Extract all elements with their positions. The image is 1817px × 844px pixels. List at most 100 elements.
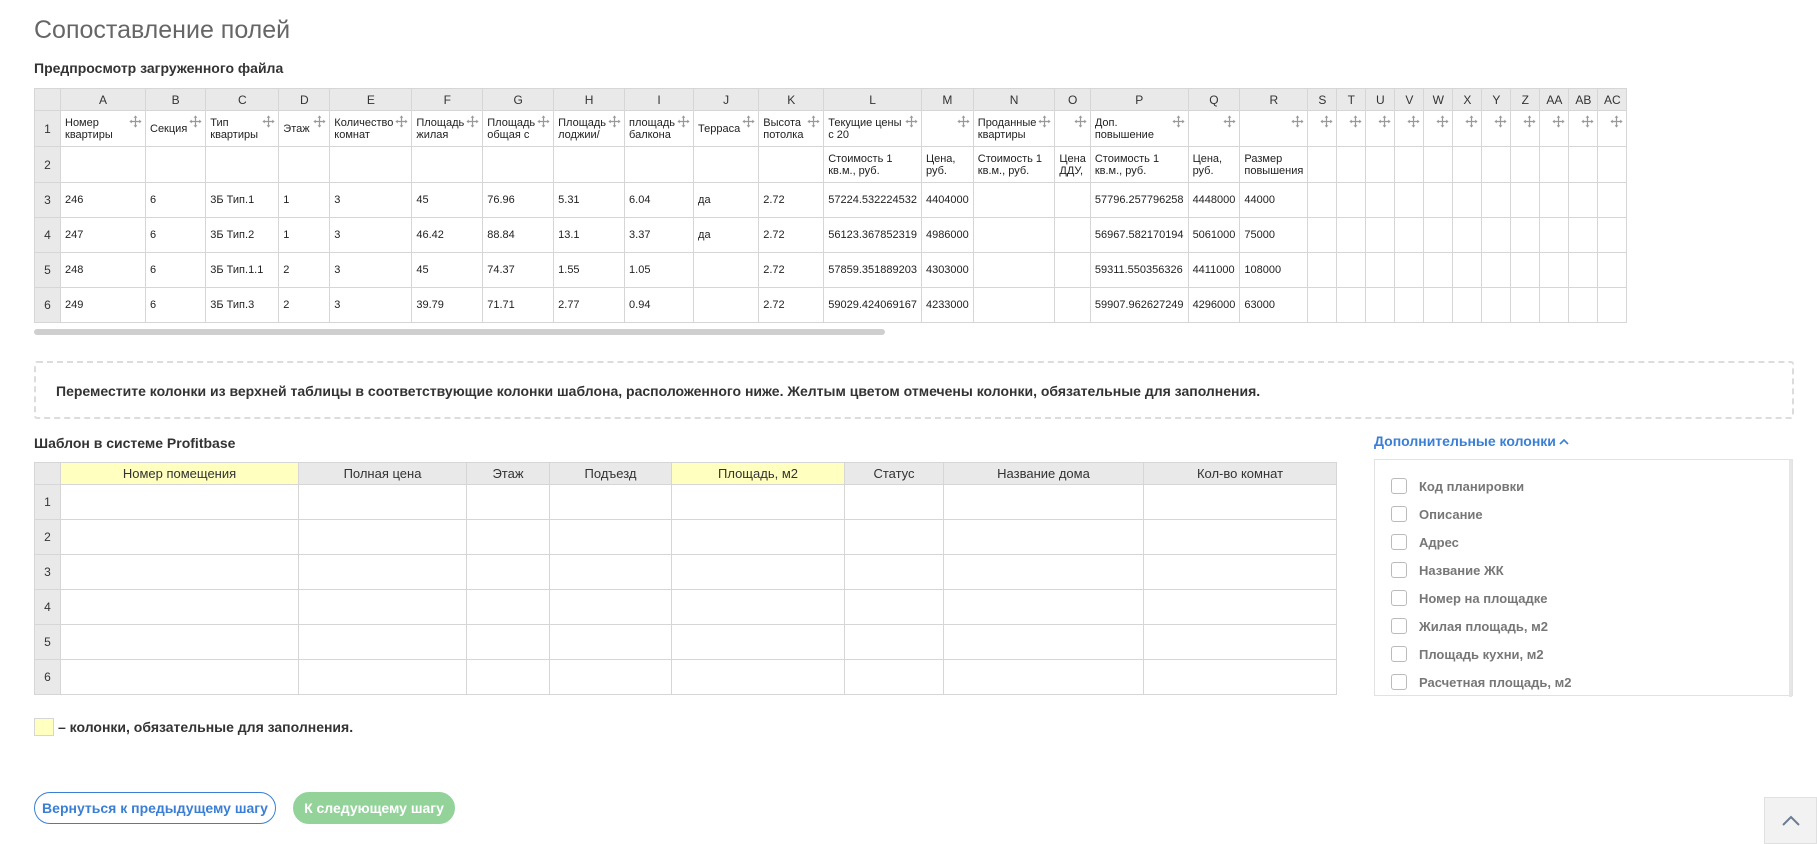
template-dropzone-cell[interactable]	[60, 589, 299, 625]
template-dropzone-cell[interactable]	[943, 659, 1144, 695]
drag-move-icon[interactable]	[1581, 115, 1594, 128]
checkbox[interactable]	[1391, 506, 1407, 522]
drag-move-icon[interactable]	[1494, 115, 1507, 128]
template-dropzone-cell[interactable]	[943, 589, 1144, 625]
template-dropzone-cell[interactable]	[844, 519, 944, 555]
drag-move-icon[interactable]	[466, 115, 479, 128]
template-dropzone-cell[interactable]	[466, 589, 550, 625]
draggable-column-header[interactable]: Номер квартиры	[60, 110, 146, 147]
template-column-header[interactable]: Номер помещения	[60, 462, 299, 485]
draggable-column-header[interactable]: Проданные квартиры	[972, 110, 1056, 147]
checkbox[interactable]	[1391, 618, 1407, 634]
draggable-column-header[interactable]	[920, 110, 974, 147]
template-dropzone-cell[interactable]	[1143, 589, 1337, 625]
additional-column-option[interactable]: Площадь кухни, м2	[1375, 640, 1792, 668]
drag-move-icon[interactable]	[1523, 115, 1536, 128]
draggable-column-header[interactable]: площадь балкона	[624, 110, 695, 147]
draggable-column-header[interactable]	[1307, 110, 1338, 147]
draggable-column-header[interactable]: Количество комнат	[329, 110, 413, 147]
draggable-column-header[interactable]: Доп. повышение	[1089, 110, 1189, 147]
drag-move-icon[interactable]	[1223, 115, 1236, 128]
drag-move-icon[interactable]	[1349, 115, 1362, 128]
draggable-column-header[interactable]	[1481, 110, 1512, 147]
preview-horizontal-scrollbar[interactable]	[34, 329, 885, 335]
drag-move-icon[interactable]	[1436, 115, 1449, 128]
template-dropzone-cell[interactable]	[466, 659, 550, 695]
checkbox[interactable]	[1391, 534, 1407, 550]
draggable-column-header[interactable]	[1187, 110, 1241, 147]
template-dropzone-cell[interactable]	[60, 624, 299, 660]
draggable-column-header[interactable]	[1452, 110, 1483, 147]
template-dropzone-cell[interactable]	[844, 484, 944, 520]
draggable-column-header[interactable]: Секция	[144, 110, 207, 147]
template-dropzone-cell[interactable]	[671, 624, 845, 660]
draggable-column-header[interactable]	[1239, 110, 1309, 147]
drag-move-icon[interactable]	[313, 115, 326, 128]
template-dropzone-cell[interactable]	[671, 519, 845, 555]
drag-move-icon[interactable]	[1074, 115, 1087, 128]
template-column-header[interactable]: Название дома	[943, 462, 1144, 485]
template-dropzone-cell[interactable]	[671, 659, 845, 695]
next-step-button[interactable]: К следующему шагу	[293, 792, 455, 824]
drag-move-icon[interactable]	[742, 115, 755, 128]
drag-move-icon[interactable]	[1172, 115, 1185, 128]
drag-move-icon[interactable]	[1465, 115, 1478, 128]
draggable-column-header[interactable]	[1539, 110, 1570, 147]
template-dropzone-cell[interactable]	[549, 519, 672, 555]
template-column-header[interactable]: Полная цена	[298, 462, 467, 485]
drag-move-icon[interactable]	[1291, 115, 1304, 128]
template-dropzone-cell[interactable]	[298, 484, 467, 520]
template-dropzone-cell[interactable]	[549, 624, 672, 660]
draggable-column-header[interactable]	[1365, 110, 1396, 147]
template-dropzone-cell[interactable]	[60, 484, 299, 520]
template-column-header[interactable]: Статус	[844, 462, 944, 485]
template-dropzone-cell[interactable]	[298, 519, 467, 555]
draggable-column-header[interactable]	[1568, 110, 1599, 147]
drag-move-icon[interactable]	[129, 115, 142, 128]
template-dropzone-cell[interactable]	[943, 519, 1144, 555]
drag-move-icon[interactable]	[1407, 115, 1420, 128]
drag-move-icon[interactable]	[262, 115, 275, 128]
draggable-column-header[interactable]: Площадь общая с	[482, 110, 555, 147]
template-dropzone-cell[interactable]	[298, 659, 467, 695]
additional-column-option[interactable]: Описание	[1375, 500, 1792, 528]
checkbox[interactable]	[1391, 646, 1407, 662]
checkbox[interactable]	[1391, 590, 1407, 606]
draggable-column-header[interactable]: Площадь лоджии/	[553, 110, 626, 147]
template-dropzone-cell[interactable]	[60, 554, 299, 590]
profitbase-template-table[interactable]: Номер помещения Полная цена Этаж Подъезд Пло…	[34, 462, 1337, 695]
template-dropzone-cell[interactable]	[466, 554, 550, 590]
template-column-header[interactable]: Кол-во комнат	[1143, 462, 1337, 485]
checkbox[interactable]	[1391, 478, 1407, 494]
drag-move-icon[interactable]	[807, 115, 820, 128]
drag-move-icon[interactable]	[905, 115, 918, 128]
drag-move-icon[interactable]	[537, 115, 550, 128]
draggable-column-header[interactable]: Площадь жилая	[411, 110, 484, 147]
drag-move-icon[interactable]	[677, 115, 690, 128]
scroll-to-top-button[interactable]	[1764, 797, 1817, 844]
template-dropzone-cell[interactable]	[466, 624, 550, 660]
drag-move-icon[interactable]	[957, 115, 970, 128]
additional-column-option[interactable]: Адрес	[1375, 528, 1792, 556]
template-dropzone-cell[interactable]	[1143, 519, 1337, 555]
template-dropzone-cell[interactable]	[1143, 484, 1337, 520]
file-preview-table[interactable]: A B C D E F G H I J K L M N O P Q R S T U V W X Y Z AA AB AC 1 Номер …	[34, 88, 1793, 323]
checkbox[interactable]	[1391, 674, 1407, 690]
draggable-column-header[interactable]: Текущие цены с 20	[823, 110, 922, 147]
template-dropzone-cell[interactable]	[549, 554, 672, 590]
additional-column-option[interactable]: Название ЖК	[1375, 556, 1792, 584]
template-dropzone-cell[interactable]	[844, 624, 944, 660]
template-dropzone-cell[interactable]	[549, 589, 672, 625]
template-dropzone-cell[interactable]	[1143, 659, 1337, 695]
template-dropzone-cell[interactable]	[466, 519, 550, 555]
draggable-column-header[interactable]: Терраса	[693, 110, 760, 147]
template-column-header[interactable]: Этаж	[466, 462, 550, 485]
draggable-column-header[interactable]: Тип квартиры	[205, 110, 280, 147]
template-dropzone-cell[interactable]	[671, 589, 845, 625]
template-dropzone-cell[interactable]	[60, 659, 299, 695]
template-dropzone-cell[interactable]	[671, 484, 845, 520]
draggable-column-header[interactable]: Этаж	[278, 110, 331, 147]
draggable-column-header[interactable]	[1510, 110, 1541, 147]
template-dropzone-cell[interactable]	[60, 519, 299, 555]
draggable-column-header[interactable]	[1423, 110, 1454, 147]
